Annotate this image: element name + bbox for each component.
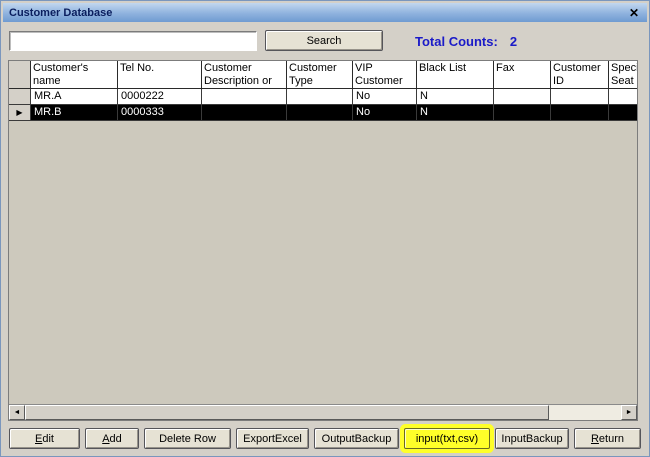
total-counts-label: Total Counts: bbox=[415, 34, 498, 49]
button-add[interactable]: Add bbox=[85, 428, 139, 449]
grid-header-row: Customer's nameTel No.Customer Descripti… bbox=[9, 61, 637, 89]
cell: N bbox=[417, 105, 494, 121]
cell bbox=[202, 105, 287, 121]
customer-database-window: Customer Database ✕ Search Total Counts:… bbox=[0, 0, 650, 457]
scroll-right-icon[interactable]: ► bbox=[621, 405, 637, 420]
column-header: Specified Seat ID bbox=[609, 61, 638, 89]
cell bbox=[551, 105, 609, 121]
cell bbox=[202, 89, 287, 105]
scroll-left-icon[interactable]: ◄ bbox=[9, 405, 25, 420]
table-row[interactable]: ▶MR.B0000333 NoN bbox=[9, 105, 637, 121]
button-outputbackup[interactable]: OutputBackup bbox=[314, 428, 399, 449]
cell bbox=[551, 89, 609, 105]
button-inputbackup[interactable]: InputBackup bbox=[495, 428, 569, 449]
button-edit[interactable]: Edit bbox=[9, 428, 80, 449]
cell: 0000222 bbox=[118, 89, 202, 105]
customer-grid: Customer's nameTel No.Customer Descripti… bbox=[8, 60, 638, 421]
cell bbox=[287, 105, 353, 121]
cell: 0000333 bbox=[118, 105, 202, 121]
column-header: Customer's name bbox=[31, 61, 118, 89]
search-button[interactable]: Search bbox=[265, 30, 383, 51]
grid-body: MR.A0000222 NoN ▶MR.B0000333 NoN bbox=[9, 89, 637, 121]
search-input[interactable] bbox=[9, 31, 257, 51]
total-counts: Total Counts: 2 bbox=[415, 34, 517, 49]
column-header: Customer Type bbox=[287, 61, 353, 89]
column-header: VIP Customer bbox=[353, 61, 417, 89]
scrollbar-track[interactable] bbox=[25, 405, 621, 420]
total-counts-value: 2 bbox=[510, 34, 517, 49]
button-return[interactable]: Return bbox=[574, 428, 641, 449]
column-header: Tel No. bbox=[118, 61, 202, 89]
cell bbox=[494, 89, 551, 105]
cell bbox=[494, 105, 551, 121]
table-row[interactable]: MR.A0000222 NoN bbox=[9, 89, 637, 105]
column-header: Fax bbox=[494, 61, 551, 89]
button-input-txt-csv[interactable]: input(txt,csv) bbox=[404, 428, 490, 449]
title-bar[interactable]: Customer Database ✕ bbox=[3, 3, 647, 22]
column-header: Customer Description or bbox=[202, 61, 287, 89]
window-title: Customer Database bbox=[9, 7, 627, 19]
button-exportexcel[interactable]: ExportExcel bbox=[236, 428, 309, 449]
bottom-button-bar: EditAddDelete RowExportExcelOutputBackup… bbox=[9, 428, 641, 449]
row-selector bbox=[9, 89, 31, 105]
selector-column-header bbox=[9, 61, 31, 89]
selected-row-indicator: ▶ bbox=[9, 105, 31, 121]
button-delete-row[interactable]: Delete Row bbox=[144, 428, 231, 449]
cell: MR.A bbox=[31, 89, 118, 105]
cell bbox=[287, 89, 353, 105]
column-header: Black List bbox=[417, 61, 494, 89]
cell: N bbox=[417, 89, 494, 105]
cell: MR.B bbox=[31, 105, 118, 121]
close-icon[interactable]: ✕ bbox=[627, 6, 641, 20]
cell bbox=[609, 105, 638, 121]
scrollbar-thumb[interactable] bbox=[25, 405, 549, 420]
horizontal-scrollbar[interactable]: ◄ ► bbox=[9, 404, 637, 420]
cell bbox=[609, 89, 638, 105]
cell: No bbox=[353, 105, 417, 121]
column-header: Customer ID bbox=[551, 61, 609, 89]
cell: No bbox=[353, 89, 417, 105]
